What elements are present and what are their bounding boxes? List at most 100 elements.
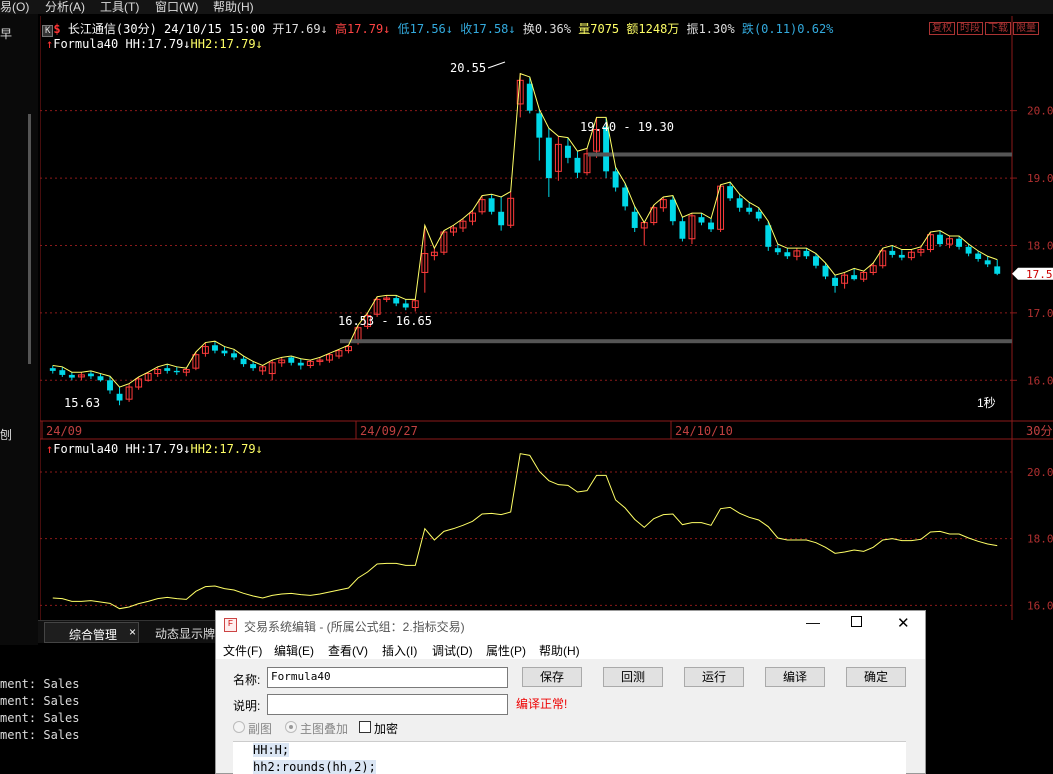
turnover-value: 0.36% [534, 22, 571, 36]
candle-body-down [288, 357, 295, 363]
close-icon[interactable]: ✕ [897, 614, 910, 632]
candle-body-down [498, 211, 505, 226]
date-label: 24/10/10 [675, 424, 733, 438]
encrypt-checkbox[interactable] [359, 721, 371, 733]
candle-body-down [488, 198, 495, 212]
dlg-menu-help[interactable]: 帮助(H) [539, 642, 580, 659]
zone-lower-label: 16.53 - 16.65 [338, 314, 432, 328]
sub-hh-line [52, 453, 998, 610]
amount-label: 额 [626, 22, 639, 36]
candle-body-down [116, 393, 123, 401]
subchart-radio-label: 副图 [248, 722, 273, 736]
dlg-menu-insert[interactable]: 插入(I) [382, 642, 417, 659]
candle-body-down [679, 221, 686, 239]
y-tick-label: 18.0 [1027, 239, 1053, 252]
code-line: hh2:rounds(hh,2); [253, 760, 376, 774]
low-value: 17.56↓ [409, 22, 454, 36]
candle-body-down [708, 222, 714, 230]
amplitude-value: 1.30% [698, 22, 735, 36]
menu-analysis[interactable]: 分析(A) [45, 0, 85, 15]
code-editor[interactable]: HH:H; hh2:rounds(hh,2); [233, 741, 906, 774]
menu-trade[interactable]: 易(O) [0, 0, 29, 15]
code-line: HH:H; [253, 743, 290, 757]
candle-body-down [240, 358, 247, 365]
dlg-menu-props[interactable]: 属性(P) [486, 642, 526, 659]
dialog-title-bar[interactable]: F 交易系统编辑 - (所属公式组：2.指标交易) — ✕ [216, 611, 925, 639]
dlg-menu-debug[interactable]: 调试(D) [432, 642, 473, 659]
dlg-menu-view[interactable]: 查看(V) [328, 642, 368, 659]
close-icon[interactable]: × [129, 625, 136, 639]
dlg-menu-edit[interactable]: 编辑(E) [274, 642, 314, 659]
candle-body-down [297, 362, 304, 366]
candle-body-down [393, 298, 400, 304]
candle-body-down [68, 374, 75, 378]
price-chart[interactable]: 20.0 19.0 18.0 17.0 16.0 20.0 18.0 16.0 24/09 24/… [40, 16, 1053, 620]
sidebar-char-top[interactable]: 早 [0, 25, 12, 42]
high-value: 17.79↓ [347, 22, 391, 36]
console-line: ment: Sales [0, 711, 80, 725]
menu-tools[interactable]: 工具(T) [100, 0, 139, 15]
dlg-menu-file[interactable]: 文件(F) [223, 642, 262, 659]
bottom-tab-bar: 综合管理 × 动态显示牌 [38, 620, 238, 643]
menu-help[interactable]: 帮助(H) [213, 0, 254, 15]
sidebar-char-mid[interactable]: 刨 [0, 426, 12, 443]
stock-title: 长江通信(30分) [67, 22, 157, 36]
subchart-radio[interactable] [233, 721, 245, 733]
candle-body-down [727, 186, 734, 199]
main-legend-name: Formula40 [53, 37, 119, 51]
candle-body-down [822, 265, 829, 277]
output-console: ment: Sales ment: Sales ment: Sales ment… [0, 676, 215, 774]
peak-label: 20.55 [450, 61, 486, 75]
minimize-icon[interactable]: — [806, 614, 820, 630]
tab-main-label: 综合管理 [69, 628, 118, 642]
k-button[interactable]: K [42, 25, 54, 37]
sidebar-scrollbar[interactable] [28, 114, 31, 364]
maximize-icon[interactable] [851, 616, 862, 627]
sub-y-tick-label: 16.0 [1027, 599, 1053, 612]
limit-button[interactable]: 限量 [1013, 22, 1039, 35]
console-line: ment: Sales [0, 677, 80, 691]
change-value: (0.11)0.62% [753, 22, 834, 36]
menu-window[interactable]: 窗口(W) [155, 0, 198, 15]
description-input[interactable] [267, 694, 508, 715]
tab-main[interactable]: 综合管理 × [44, 622, 139, 643]
candle-body-down [975, 253, 982, 259]
formula-editor-dialog: F 交易系统编辑 - (所属公式组：2.指标交易) — ✕ 文件(F) 编辑(E… [215, 610, 926, 774]
sub-y-tick-label: 20.0 [1027, 466, 1053, 479]
amount-value: 1248万 [638, 22, 680, 36]
date-label: 24/09/27 [360, 424, 418, 438]
run-button[interactable]: 运行 [684, 667, 744, 687]
time-segment-button[interactable]: 时段 [957, 22, 983, 35]
close-value: 17.58↓ [472, 22, 516, 36]
candle-body-down [221, 350, 228, 354]
main-legend-hh2: HH2:17.79↓ [190, 37, 263, 51]
name-label: 名称: [233, 673, 261, 687]
candle-body-down [984, 260, 991, 265]
fuquan-button[interactable]: 复权 [929, 22, 955, 35]
app-icon: F [224, 618, 237, 632]
overlay-radio-label: 主图叠加 [300, 722, 349, 736]
overlay-radio[interactable] [285, 721, 297, 733]
candle-body-down [164, 368, 171, 371]
name-input[interactable]: Formula40 [267, 667, 508, 688]
main-legend-hh: HH:17.79↓ [125, 37, 191, 51]
y-tick-label: 17.0 [1027, 307, 1053, 320]
dialog-title: 交易系统编辑 - (所属公式组：2.指标交易) [244, 620, 465, 634]
candle-body-down [994, 266, 1001, 274]
candle-body-down [631, 211, 638, 228]
candle-body-down [832, 277, 839, 286]
save-button[interactable]: 保存 [522, 667, 582, 687]
backtest-button[interactable]: 回测 [603, 667, 663, 687]
candle-body-down [965, 246, 972, 254]
candle-body-down [545, 137, 552, 179]
main-legend: ↑Formula40 HH:17.79↓HH2:17.79↓ [46, 37, 263, 51]
download-button[interactable]: 下载 [985, 22, 1011, 35]
compile-status: 编译正常! [516, 697, 568, 711]
ok-button[interactable]: 确定 [846, 667, 906, 687]
candle-body-down [107, 380, 113, 391]
compile-button[interactable]: 编译 [765, 667, 825, 687]
tab-dynamic[interactable]: 动态显示牌 [155, 625, 215, 642]
candle-body-down [564, 145, 571, 158]
candle-body-down [755, 211, 762, 219]
candle-body-down [889, 250, 896, 255]
